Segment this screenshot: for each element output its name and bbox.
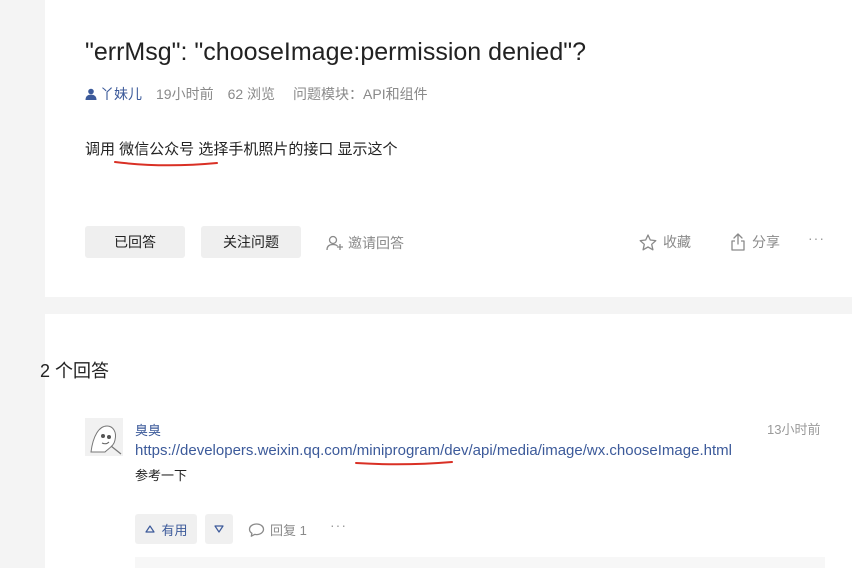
downvote-button[interactable] bbox=[205, 514, 233, 544]
more-menu-button[interactable]: ··· bbox=[808, 230, 825, 246]
avatar[interactable] bbox=[85, 418, 123, 456]
module-link[interactable]: API和组件 bbox=[363, 84, 428, 104]
share-label: 分享 bbox=[752, 234, 780, 250]
answer-count: 2 个回答 bbox=[40, 361, 110, 381]
question-views: 62 浏览 bbox=[227, 86, 276, 102]
upvote-button[interactable]: 有用 bbox=[135, 514, 197, 544]
answer-more-button[interactable]: ··· bbox=[330, 517, 347, 533]
share-button[interactable]: 分享 bbox=[730, 232, 780, 252]
reply-label: 回复 1 bbox=[270, 523, 307, 538]
module-label: 问题模块： bbox=[293, 86, 364, 102]
share-icon bbox=[731, 233, 745, 251]
answered-button[interactable]: 已回答 bbox=[85, 226, 185, 258]
user-icon bbox=[85, 88, 97, 100]
follow-question-button[interactable]: 关注问题 bbox=[201, 226, 301, 258]
invite-answer-button[interactable]: 邀请回答 bbox=[326, 233, 404, 253]
triangle-down-icon bbox=[214, 525, 224, 533]
reply-input-area[interactable] bbox=[135, 557, 825, 568]
body-prefix: 调用 bbox=[85, 141, 120, 158]
add-user-icon bbox=[326, 235, 343, 251]
body-highlight: 微信公众号 bbox=[114, 141, 219, 167]
answer-link[interactable]: https://developers.weixin.qq.com/minipro… bbox=[135, 442, 732, 466]
author-name: 丫妹儿 bbox=[100, 86, 142, 102]
link-highlight-text: miniprogram bbox=[356, 442, 441, 459]
reply-button[interactable]: 回复 1 bbox=[248, 520, 307, 539]
body-suffix: 选择手机照片的接口 显示这个 bbox=[194, 141, 398, 158]
upvote-label: 有用 bbox=[161, 522, 188, 538]
star-icon bbox=[639, 233, 657, 250]
comment-icon bbox=[248, 522, 265, 537]
red-underline-annotation bbox=[354, 461, 453, 466]
link-prefix: https://developers.weixin.qq.com/ bbox=[135, 442, 357, 459]
answer-text: 参考一下 bbox=[135, 468, 188, 483]
body-highlight-text: 微信公众号 bbox=[119, 141, 195, 158]
favorite-label: 收藏 bbox=[663, 234, 691, 250]
avatar-image bbox=[85, 418, 123, 456]
question-time: 19小时前 bbox=[156, 86, 214, 102]
question-title: "errMsg": "chooseImage:permission denied… bbox=[85, 38, 587, 66]
favorite-button[interactable]: 收藏 bbox=[639, 232, 691, 252]
invite-label: 邀请回答 bbox=[348, 235, 404, 251]
link-suffix: /dev/api/media/image/wx.chooseImage.html bbox=[440, 442, 732, 459]
question-body: 调用 微信公众号 选择手机照片的接口 显示这个 bbox=[85, 138, 398, 167]
question-author[interactable]: 丫妹儿 bbox=[85, 84, 142, 104]
question-meta: 丫妹儿 19小时前 62 浏览 问题模块： API和组件 bbox=[85, 84, 428, 104]
answer-time: 13小时前 bbox=[767, 422, 821, 437]
answer-author[interactable]: 臭臭 bbox=[135, 420, 161, 439]
triangle-up-icon bbox=[145, 525, 156, 533]
link-highlight: miniprogram bbox=[354, 442, 453, 466]
question-card: "errMsg": "chooseImage:permission denied… bbox=[45, 0, 852, 297]
red-underline-annotation bbox=[114, 161, 219, 167]
